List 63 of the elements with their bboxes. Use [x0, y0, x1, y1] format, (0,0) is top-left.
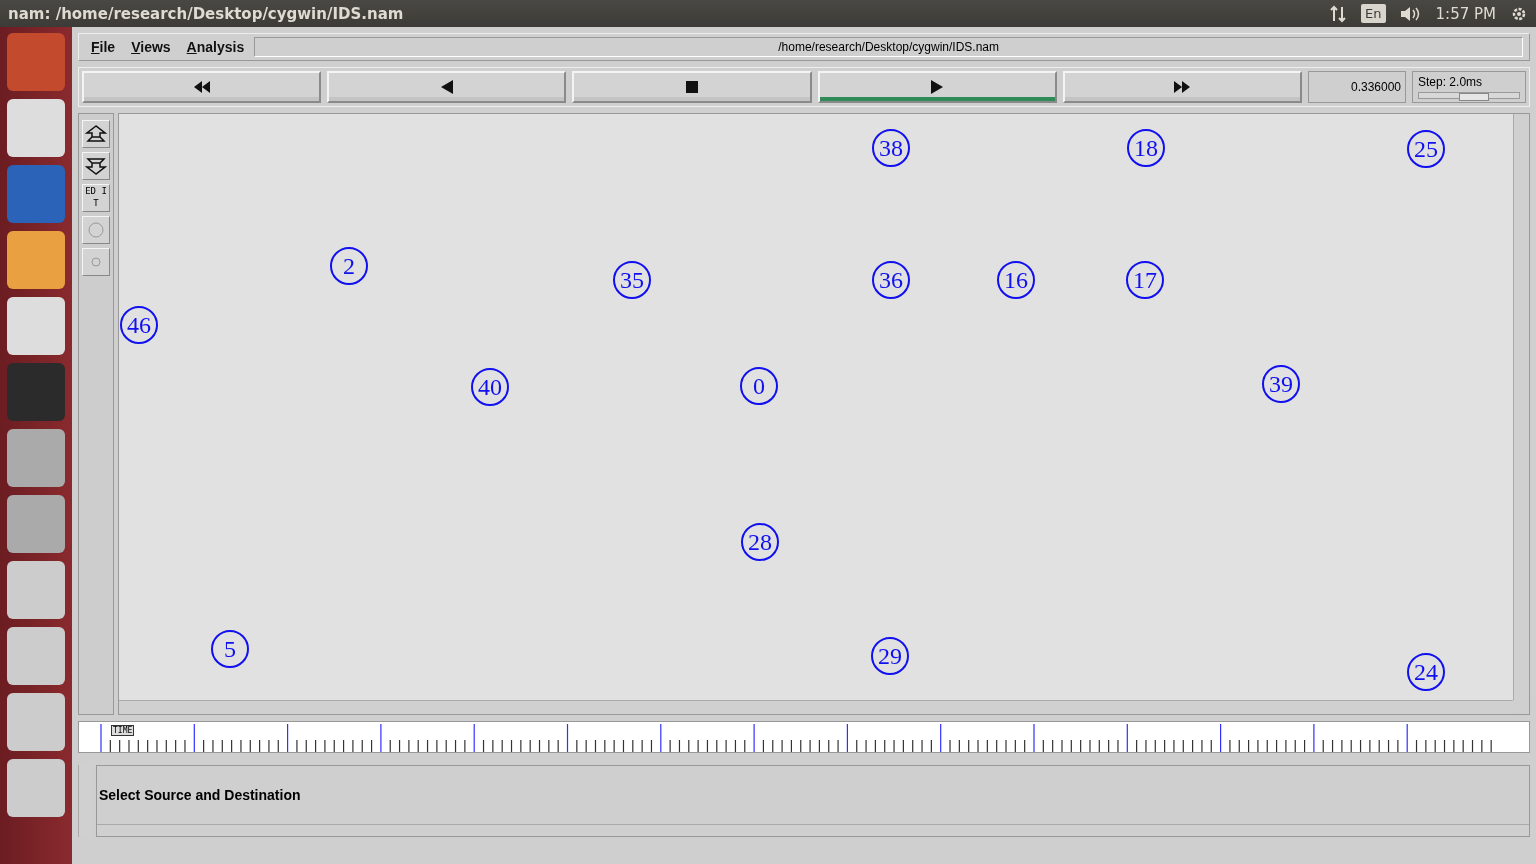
- launcher-app-icon[interactable]: [7, 99, 65, 157]
- fast-forward-icon: [1173, 81, 1192, 93]
- network-node[interactable]: 25: [1407, 130, 1445, 168]
- step-slider[interactable]: [1418, 92, 1520, 99]
- step-label: Step: 2.0ms: [1418, 75, 1484, 89]
- circle-icon: [91, 257, 101, 267]
- launcher-app-icon[interactable]: [7, 429, 65, 487]
- zoom-out-button[interactable]: [82, 152, 110, 180]
- rewind-icon: [192, 81, 211, 93]
- window-title: nam: /home/research/Desktop/cygwin/IDS.nam: [8, 4, 405, 23]
- launcher-app-icon[interactable]: [7, 561, 65, 619]
- network-node[interactable]: 24: [1407, 653, 1445, 691]
- file-path-field: /home/research/Desktop/cygwin/IDS.nam: [254, 37, 1523, 57]
- network-node[interactable]: 2: [330, 247, 368, 285]
- menu-item[interactable]: Views: [125, 39, 177, 55]
- back-button[interactable]: [327, 71, 567, 103]
- slider-thumb[interactable]: [1459, 93, 1489, 101]
- stop-icon: [686, 81, 698, 93]
- stop-button[interactable]: [572, 71, 812, 103]
- play-backward-icon: [440, 80, 453, 94]
- arrow-down-icon: [85, 157, 107, 175]
- network-node[interactable]: 5: [211, 630, 249, 668]
- launcher-app-icon[interactable]: [7, 297, 65, 355]
- status-message: Select Source and Destination: [98, 786, 302, 805]
- zoom-in-button[interactable]: [82, 120, 110, 148]
- launcher-app-icon[interactable]: [7, 495, 65, 553]
- play-button[interactable]: [817, 71, 1057, 103]
- launcher-app-icon[interactable]: [7, 627, 65, 685]
- play-icon: [931, 80, 944, 94]
- launcher-app-icon[interactable]: [7, 231, 65, 289]
- network-arrows-icon[interactable]: [1329, 4, 1348, 23]
- launcher-app-icon[interactable]: [7, 693, 65, 751]
- network-node[interactable]: 17: [1126, 261, 1164, 299]
- small-circle-button[interactable]: [82, 248, 110, 276]
- network-node[interactable]: 18: [1127, 129, 1165, 167]
- launcher-app-icon[interactable]: [7, 363, 65, 421]
- network-node[interactable]: 40: [471, 368, 509, 406]
- launcher-app-icon[interactable]: [7, 165, 65, 223]
- forward-button[interactable]: [1062, 71, 1302, 103]
- network-node[interactable]: 38: [872, 129, 910, 167]
- rewind-button[interactable]: [82, 71, 322, 103]
- keyboard-layout-indicator[interactable]: En: [1361, 4, 1386, 23]
- volume-icon[interactable]: [1399, 5, 1422, 22]
- network-node[interactable]: 16: [997, 261, 1035, 299]
- edit-button[interactable]: ED IT: [82, 184, 110, 212]
- menu-item[interactable]: Analysis: [180, 39, 251, 55]
- time-slider-handle[interactable]: TIME: [111, 725, 135, 736]
- network-node[interactable]: 36: [872, 261, 910, 299]
- launcher-app-icon[interactable]: [7, 33, 65, 91]
- network-node[interactable]: 35: [613, 261, 651, 299]
- big-circle-button[interactable]: [82, 216, 110, 244]
- network-node[interactable]: 29: [871, 637, 909, 675]
- menu-item[interactable]: File: [85, 39, 122, 55]
- network-node[interactable]: 39: [1262, 365, 1300, 403]
- time-slider[interactable]: TIME: [78, 721, 1530, 753]
- network-node[interactable]: 28: [741, 523, 779, 561]
- launcher-app-icon[interactable]: [7, 759, 65, 817]
- network-node[interactable]: 46: [120, 306, 158, 344]
- time-display: 0.336000: [1308, 71, 1406, 103]
- arrow-up-icon: [85, 125, 107, 143]
- clock[interactable]: 1:57 PM: [1435, 4, 1496, 23]
- circle-icon: [88, 222, 104, 238]
- network-node[interactable]: 0: [740, 367, 778, 405]
